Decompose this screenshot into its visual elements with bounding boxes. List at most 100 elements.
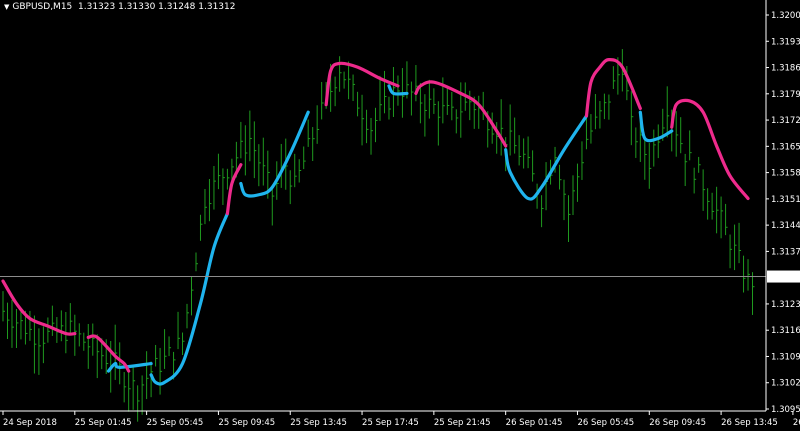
x-tick-label: 25 Sep 05:45 [147,418,204,428]
ohlc-bar [191,275,194,316]
ohlc-bar [437,101,441,146]
ohlc-bar [195,252,198,272]
ohlc-bar [361,94,365,146]
ohlc-bar [509,104,513,156]
x-tick-label: 25 Sep 01:45 [75,418,132,428]
ma-segment-down [225,163,243,216]
ohlc-bar [249,110,252,162]
ohlc-bar [226,168,230,190]
ohlc-bar [20,311,23,340]
ohlc-bar [460,82,463,138]
ohlc-bar [303,146,306,170]
ohlc-bar [78,323,82,347]
ohlc-bar [119,342,122,385]
x-tick-label: 26 Sep 01:45 [506,418,563,428]
y-tick-label: 1.31029 [771,379,800,389]
ohlc-bar [217,153,221,190]
y-tick-label: 1.31379 [771,247,800,257]
y-tick-label: 1.31239 [771,300,800,310]
ohlc-bar [702,169,706,211]
ohlc-bar [478,95,481,129]
ohlc-bar [204,189,207,225]
ohlc-bar [375,107,378,143]
ohlc-bar [244,125,248,176]
ohlc-bar [11,299,14,348]
ohlc-bar [743,255,746,293]
ohlc-bar [684,153,688,187]
ohlc-bar [469,90,472,121]
y-tick-label: 1.31799 [771,90,800,100]
ohlc-bar [240,121,243,159]
y-tick-label: 1.31659 [771,142,800,152]
ohlc-bar [482,91,486,121]
ohlc-bar [419,82,423,124]
ohlc-bar [657,124,661,159]
x-tick-label: 25 Sep 17:45 [362,418,419,428]
ohlc-bar [155,344,158,367]
ohlc-bar [630,91,634,146]
ohlc-bar [321,82,324,120]
ohlc-bar [114,324,118,380]
ohlc-bar [428,79,432,119]
ohlc-bar [734,224,737,271]
ohlc-bar [83,332,86,351]
ohlc-bar [294,153,297,188]
ohlc-bar [6,302,10,340]
ohlc-bar [74,314,77,356]
ohlc-bar [433,88,436,114]
ohlc-bar [38,328,41,375]
ohlc-bar [87,323,91,369]
ohlc-bar [352,74,356,102]
ohlc-bar [599,100,602,129]
ohlc-bar [608,94,611,120]
x-tick-label: 26 Sep 05:45 [577,418,634,428]
ohlc-bar [532,150,535,182]
ohlc-bar [752,272,755,315]
ohlc-bar [298,159,302,183]
ohlc-bar [635,127,638,158]
ohlc-bar [383,70,387,114]
ohlc-bar [312,127,315,162]
y-tick-label: 1.31589 [771,169,800,179]
ohlc-bar [725,203,728,236]
x-tick-label: 26 Sep 13:45 [721,418,778,428]
ohlc-bar [42,326,46,364]
ohlc-bar [666,86,670,138]
ohlc-bar [123,372,127,403]
ohlc-bar [334,76,338,107]
ohlc-bar [168,336,172,357]
y-tick-label: 1.32009 [771,11,800,21]
ohlc-bar [711,192,715,220]
ohlc-bar [612,66,616,90]
ohlc-bar [132,367,136,410]
y-tick-label: 1.31099 [771,352,800,362]
ma-segment-down [670,98,750,201]
ohlc-bar [415,65,418,102]
ohlc-bar [343,71,347,89]
ohlc-bar [271,186,275,226]
ohlc-bar [603,93,607,120]
ohlc-bar [2,291,5,322]
ohlc-bar [644,138,647,180]
ma-segment-up [239,110,310,198]
ohlc-bar [680,117,683,154]
ohlc-bar [576,163,580,202]
y-tick-label: 1.31869 [771,64,800,74]
ohlc-bar [47,317,50,343]
ohlc-bar [262,137,266,186]
y-tick-label: 1.31519 [771,195,800,205]
ohlc-bar [523,138,526,169]
ohlc-bar [541,195,544,228]
price-chart[interactable]: 1.32009 1.31939 1.31869 1.31799 1.31729 1.316… [0,0,800,431]
ohlc-bar [253,121,257,179]
current-price-label: 1.31312 [770,273,800,283]
ohlc-bar [182,332,185,356]
ohlc-bar [208,179,212,222]
ohlc-bar [500,99,504,156]
ohlc-bar [545,162,549,211]
ohlc-bar [455,109,459,134]
ohlc-bar [348,61,351,100]
ma-segment-down [1,279,77,336]
x-tick-label: 25 Sep 13:45 [290,418,347,428]
ohlc-bar [258,144,261,187]
